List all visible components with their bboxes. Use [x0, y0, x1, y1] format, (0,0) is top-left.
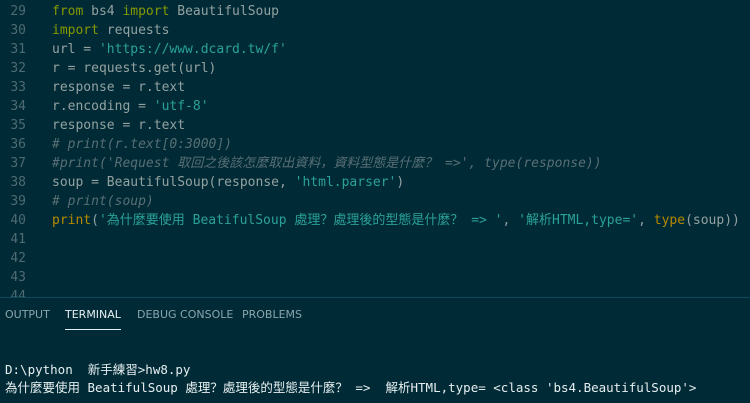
code-text[interactable]: r.encoding = 'utf-8' — [52, 97, 209, 116]
tab-problems[interactable]: PROBLEMS — [242, 308, 302, 330]
tab-debug-console[interactable]: DEBUG CONSOLE — [137, 308, 233, 330]
line-number: 37 — [10, 156, 26, 171]
code-token: url = — [52, 42, 99, 57]
code-line[interactable]: 44 — [0, 287, 750, 297]
line-number: 42 — [10, 251, 26, 266]
code-token: 'utf-8' — [153, 99, 209, 114]
line-number: 31 — [10, 42, 26, 57]
line-number: 40 — [10, 213, 26, 228]
code-line[interactable]: 41 — [0, 230, 750, 249]
line-number: 41 — [10, 232, 26, 247]
code-token: bs4 — [83, 4, 123, 19]
code-text[interactable]: import requests — [52, 21, 169, 40]
code-token: r = requests.get(url) — [52, 61, 217, 76]
code-line[interactable]: 36 # print(r.text[0:3000]) — [0, 135, 750, 154]
code-editor[interactable]: 29 from bs4 import BeautifulSoup 30 import … — [0, 0, 750, 297]
code-line[interactable]: 38 soup = BeautifulSoup(response, 'html.p… — [0, 173, 750, 192]
code-token: '解析HTML,type=' — [518, 213, 639, 228]
code-token: from — [52, 4, 84, 19]
tab-terminal-label: TERMINAL — [65, 308, 121, 321]
code-token: #print('Request 取回之後該怎麼取出資料，資料型態是什麼？ =>'… — [52, 156, 602, 171]
line-number: 34 — [10, 99, 26, 114]
panel-tabs: OUTPUT TERMINAL DEBUG CONSOLE PROBLEMS — [0, 298, 750, 334]
line-number: 32 — [10, 61, 26, 76]
code-text[interactable]: response = r.text — [52, 78, 185, 97]
code-text[interactable]: print('為什麼要使用 BeatifulSoup 處理？處理後的型態是什麼？… — [52, 211, 740, 230]
code-token: requests — [98, 23, 170, 38]
code-token: print — [52, 213, 92, 228]
code-token: '為什麼要使用 BeatifulSoup 處理？處理後的型態是什麼？ => ' — [98, 213, 503, 228]
code-token: ) — [396, 175, 405, 190]
code-text[interactable]: r = requests.get(url) — [52, 59, 216, 78]
code-token: ( — [91, 213, 99, 228]
code-text[interactable]: soup = BeautifulSoup(response, 'html.par… — [52, 173, 404, 192]
code-token: 'html.parser' — [294, 175, 397, 190]
code-text[interactable]: url = 'https://www.dcard.tw/f' — [52, 40, 287, 59]
code-token: 'https://www.dcard.tw/f' — [98, 42, 287, 57]
code-token: type — [653, 213, 686, 228]
code-line[interactable]: 34 r.encoding = 'utf-8' — [0, 97, 750, 116]
line-number: 44 — [10, 289, 26, 297]
code-token: soup = BeautifulSoup(response, — [52, 175, 295, 190]
code-line[interactable]: 42 — [0, 249, 750, 268]
line-number: 43 — [10, 270, 26, 285]
code-line[interactable]: 37 #print('Request 取回之後該怎麼取出資料，資料型態是什麼？ =… — [0, 154, 750, 173]
tab-terminal[interactable]: TERMINAL — [65, 308, 121, 330]
code-token: (soup)) — [685, 213, 740, 228]
code-token: , — [502, 213, 519, 228]
code-token: # print(soup) — [52, 194, 154, 209]
code-line[interactable]: 35 response = r.text — [0, 116, 750, 135]
terminal-prompt-line[interactable]: D:\python 新手練習>hw8.py — [5, 362, 190, 378]
code-token: import — [122, 4, 170, 19]
tab-output[interactable]: OUTPUT — [5, 308, 50, 330]
code-token: response = r.text — [52, 80, 186, 95]
bottom-panel: OUTPUT TERMINAL DEBUG CONSOLE PROBLEMS D… — [0, 298, 750, 403]
code-line[interactable]: 32 r = requests.get(url) — [0, 59, 750, 78]
line-number: 36 — [10, 137, 26, 152]
terminal-output-line[interactable]: 為什麼要使用 BeatifulSoup 處理？處理後的型態是什麼？ => 解析H… — [5, 380, 696, 396]
line-number: 39 — [10, 194, 26, 209]
code-token: import — [52, 23, 99, 38]
code-text[interactable]: # print(r.text[0:3000]) — [52, 135, 232, 154]
code-line[interactable]: 39 # print(soup) — [0, 192, 750, 211]
code-line[interactable]: 29 from bs4 import BeautifulSoup — [0, 2, 750, 21]
code-token: BeautifulSoup — [169, 4, 279, 19]
code-line[interactable]: 30 import requests — [0, 21, 750, 40]
code-token: , — [638, 213, 654, 228]
code-token: r.encoding = — [52, 99, 154, 114]
code-line[interactable]: 33 response = r.text — [0, 78, 750, 97]
code-token: # print(r.text[0:3000]) — [52, 137, 233, 152]
code-line[interactable]: 31 url = 'https://www.dcard.tw/f' — [0, 40, 750, 59]
line-number: 35 — [10, 118, 26, 133]
code-line[interactable]: 43 — [0, 268, 750, 287]
line-number: 33 — [10, 80, 26, 95]
code-text[interactable]: # print(soup) — [52, 192, 154, 211]
code-text[interactable]: response = r.text — [52, 116, 185, 135]
line-number: 38 — [10, 175, 26, 190]
line-number: 30 — [10, 23, 26, 38]
code-line[interactable]: 40 print('為什麼要使用 BeatifulSoup 處理？處理後的型態是什… — [0, 211, 750, 230]
code-text[interactable]: from bs4 import BeautifulSoup — [52, 2, 279, 21]
active-tab-indicator — [65, 329, 121, 330]
code-text[interactable]: #print('Request 取回之後該怎麼取出資料，資料型態是什麼？ =>'… — [52, 154, 602, 173]
line-number: 29 — [10, 4, 26, 19]
code-token: response = r.text — [52, 118, 186, 133]
